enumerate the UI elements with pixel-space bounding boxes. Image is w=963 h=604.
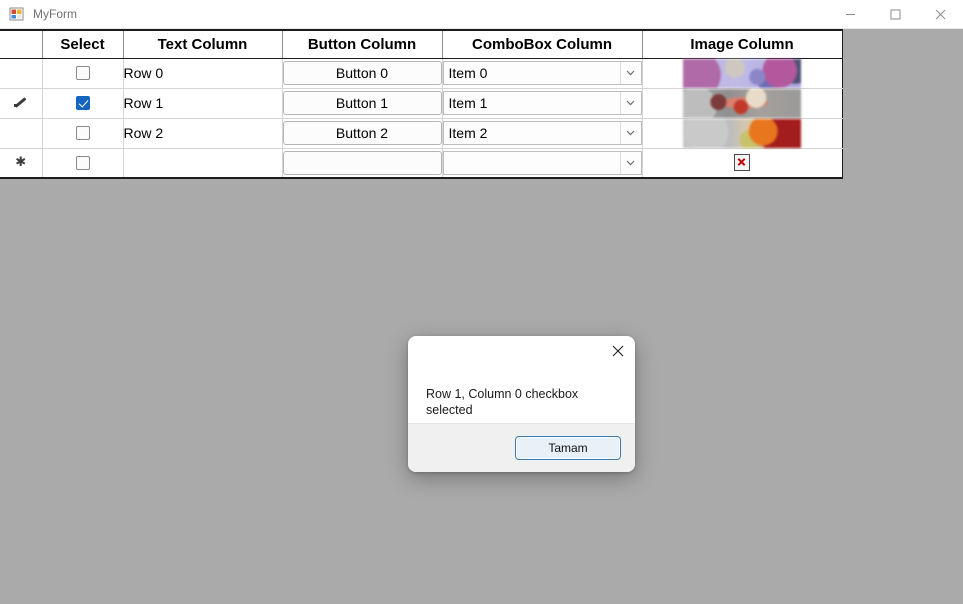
image-cell[interactable] — [642, 148, 842, 178]
column-header-button[interactable]: Button Column — [282, 30, 443, 59]
image-cell[interactable] — [642, 118, 842, 149]
row-checkbox[interactable] — [75, 155, 90, 170]
column-header-rowheader — [0, 30, 43, 59]
chevron-down-icon[interactable] — [619, 62, 641, 84]
row-checkbox[interactable] — [75, 65, 90, 80]
image-cell[interactable] — [642, 88, 842, 119]
table-row[interactable]: Row 1 Button 1 Item 1 — [0, 88, 842, 119]
grid-row-combobox[interactable]: Item 2 — [442, 121, 642, 145]
ok-button[interactable]: Tamam — [515, 436, 621, 460]
column-header-text[interactable]: Text Column — [123, 30, 283, 59]
minimize-icon[interactable] — [828, 0, 873, 28]
close-icon[interactable] — [601, 336, 635, 366]
button-cell[interactable]: Button 0 — [282, 58, 443, 89]
grid-header-row: Select Text Column Button Column ComboBo… — [0, 30, 842, 59]
table-row[interactable]: Row 2 Button 2 Item 2 — [0, 118, 842, 149]
text-cell[interactable]: Row 2 — [123, 118, 283, 149]
column-header-combobox[interactable]: ComboBox Column — [442, 30, 643, 59]
grid-row-button[interactable]: Button 0 — [282, 61, 442, 85]
column-header-image[interactable]: Image Column — [642, 30, 842, 59]
window-controls — [828, 0, 963, 28]
edit-pencil-icon — [14, 96, 27, 109]
grid-row-button[interactable]: Button 2 — [282, 121, 442, 145]
new-row-asterisk-icon: ✱ — [15, 154, 27, 170]
row-header-cell[interactable]: ✱ — [0, 148, 43, 178]
table-row[interactable]: ✱ — [0, 148, 842, 178]
close-icon[interactable] — [918, 0, 963, 28]
table-row[interactable]: Row 0 Button 0 Item 0 — [0, 58, 842, 89]
combobox-cell[interactable]: Item 1 — [442, 88, 643, 119]
image-cell[interactable] — [642, 58, 842, 89]
window-title: MyForm — [33, 7, 77, 21]
grid-row-combobox[interactable]: Item 0 — [442, 61, 642, 85]
data-grid-view[interactable]: Select Text Column Button Column ComboBo… — [0, 29, 843, 179]
row-header-cell[interactable] — [0, 88, 43, 119]
select-checkbox-cell[interactable] — [42, 88, 124, 119]
grid-row-button[interactable]: Button 1 — [282, 91, 442, 115]
select-checkbox-cell[interactable] — [42, 58, 124, 89]
row-checkbox[interactable] — [75, 95, 90, 110]
maximize-icon[interactable] — [873, 0, 918, 28]
broken-image-icon — [734, 154, 750, 172]
button-cell[interactable]: Button 2 — [282, 118, 443, 149]
combobox-value: Item 0 — [448, 65, 488, 81]
dialog-message: Row 1, Column 0 checkbox selected — [426, 387, 579, 418]
dialog-titlebar — [408, 336, 635, 368]
combobox-value: Item 1 — [448, 95, 488, 111]
combobox-cell[interactable] — [442, 148, 643, 178]
form-icon — [9, 6, 25, 22]
combobox-value: Item 2 — [448, 125, 488, 141]
row-header-cell[interactable] — [0, 118, 43, 149]
grid-row-combobox[interactable]: Item 1 — [442, 91, 642, 115]
chevron-down-icon[interactable] — [619, 92, 641, 114]
combobox-cell[interactable]: Item 2 — [442, 118, 643, 149]
window-titlebar: MyForm — [0, 0, 963, 29]
chevron-down-icon[interactable] — [619, 122, 641, 144]
text-cell[interactable] — [123, 148, 283, 178]
text-cell[interactable]: Row 1 — [123, 88, 283, 119]
row-header-cell[interactable] — [0, 58, 43, 89]
select-checkbox-cell[interactable] — [42, 148, 124, 178]
titlebar-left-group: MyForm — [0, 6, 828, 22]
button-cell[interactable]: Button 1 — [282, 88, 443, 119]
message-dialog: Row 1, Column 0 checkbox selected Tamam — [408, 336, 635, 472]
row-thumbnail-image — [683, 58, 801, 88]
grid-row-combobox[interactable] — [442, 150, 642, 175]
column-header-select[interactable]: Select — [42, 30, 124, 59]
row-thumbnail-image — [683, 88, 801, 118]
main-window: MyForm Select Text Column Button Column … — [0, 0, 963, 604]
select-checkbox-cell[interactable] — [42, 118, 124, 149]
row-checkbox[interactable] — [75, 125, 90, 140]
dialog-footer: Tamam — [408, 423, 635, 472]
grid-row-button[interactable] — [282, 150, 442, 175]
row-thumbnail-image — [683, 118, 801, 148]
chevron-down-icon[interactable] — [619, 151, 641, 174]
form-client-area: Select Text Column Button Column ComboBo… — [0, 29, 963, 604]
button-cell[interactable] — [282, 148, 443, 178]
text-cell[interactable]: Row 0 — [123, 58, 283, 89]
combobox-cell[interactable]: Item 0 — [442, 58, 643, 89]
